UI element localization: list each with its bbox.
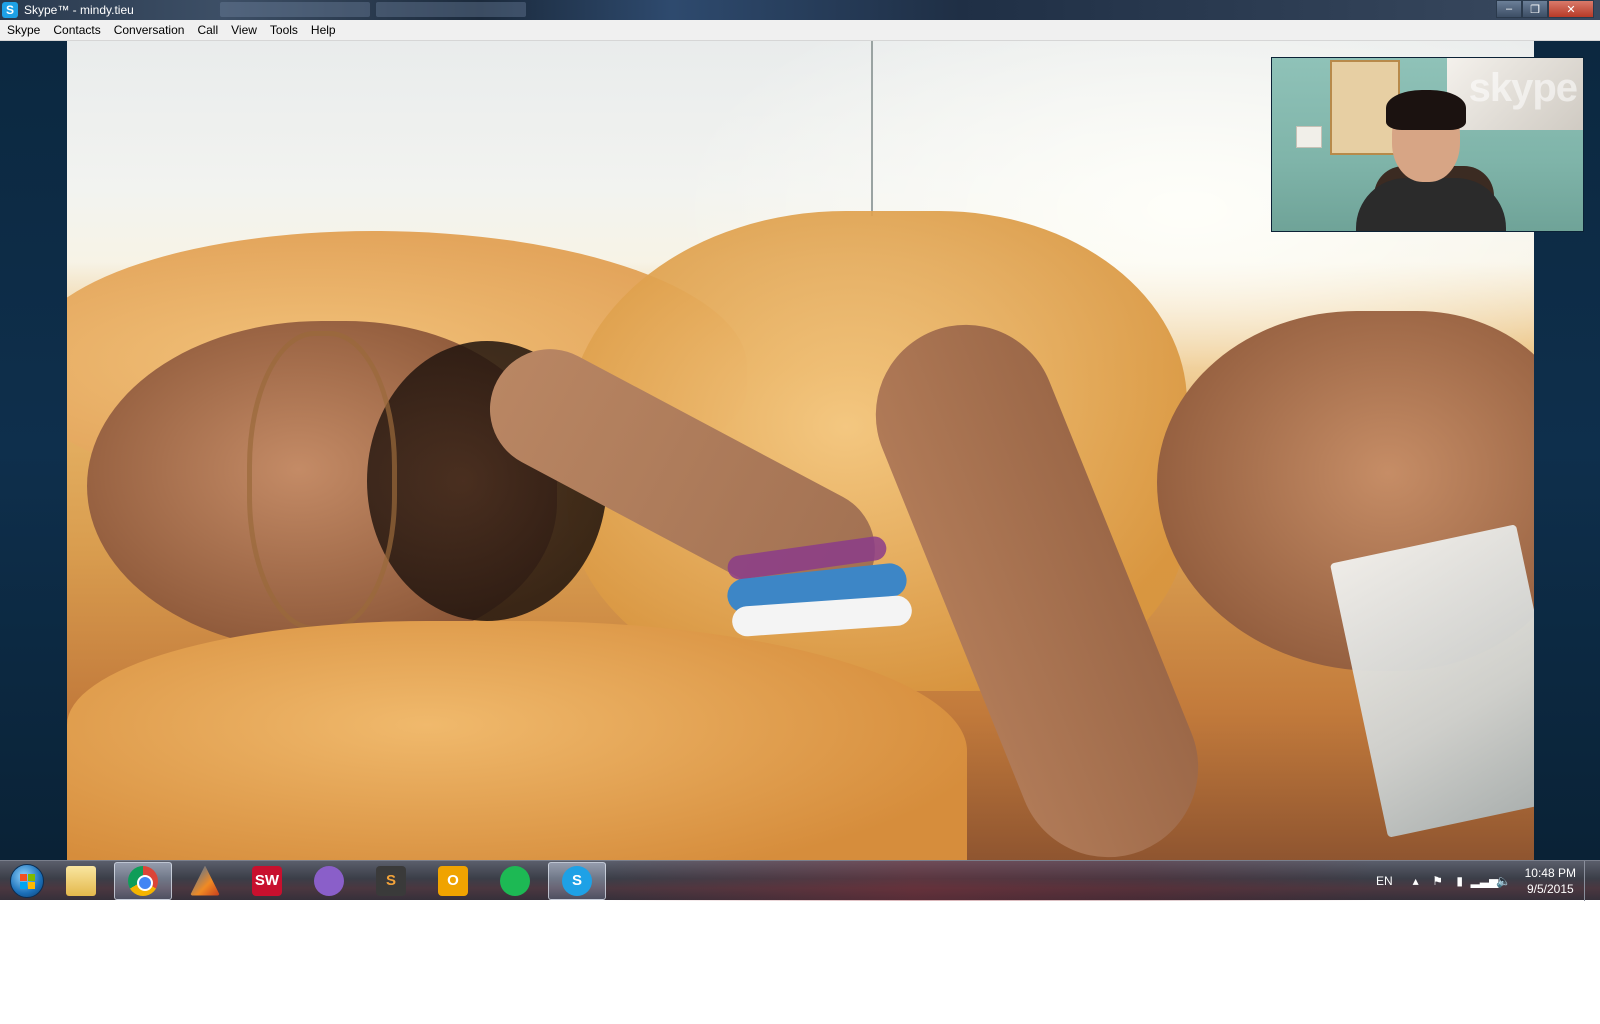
window-controls: – ❐ ✕: [1496, 0, 1594, 18]
menu-view[interactable]: View: [226, 23, 262, 37]
menu-bar: Skype Contacts Conversation Call View To…: [0, 20, 1600, 41]
menu-help[interactable]: Help: [306, 23, 341, 37]
sublime-text-icon: S: [376, 865, 406, 896]
skype-icon: S: [562, 865, 592, 896]
taskbar-app-sublime[interactable]: S: [362, 862, 420, 900]
folder-icon: [66, 865, 96, 896]
skype-watermark: skype: [1468, 66, 1578, 110]
title-bar[interactable]: S Skype™ - mindy.tieu – ❐ ✕: [0, 0, 1600, 20]
clock-date: 9/5/2015: [1526, 881, 1574, 896]
menu-contacts[interactable]: Contacts: [48, 23, 105, 37]
start-button[interactable]: [6, 861, 48, 901]
taskbar-empty-area[interactable]: [606, 860, 1376, 901]
self-view-person-hair: [1386, 90, 1466, 130]
language-indicator[interactable]: EN: [1376, 874, 1393, 888]
menu-tools[interactable]: Tools: [265, 23, 303, 37]
outlook-icon: O: [438, 865, 468, 896]
system-tray: EN ▴ ⚑ ▮ ▂▃▅ 🔈 10:48 PM 9/5/2015: [1376, 860, 1600, 901]
volume-icon[interactable]: 🔈: [1493, 874, 1515, 888]
taskbar-app-spotify[interactable]: [486, 862, 544, 900]
background-window-strip: [220, 2, 526, 18]
taskbar-app-matlab[interactable]: [176, 862, 234, 900]
self-view-person-body: [1356, 178, 1506, 231]
github-icon: [314, 865, 344, 896]
solidworks-icon: SW: [252, 865, 282, 896]
show-desktop-button[interactable]: [1584, 860, 1594, 901]
taskbar-app-solidworks[interactable]: SW: [238, 862, 296, 900]
action-center-flag-icon[interactable]: ⚑: [1427, 874, 1449, 888]
clock-time: 10:48 PM: [1524, 865, 1576, 880]
chrome-icon: [128, 865, 158, 896]
menu-skype[interactable]: Skype: [2, 23, 45, 37]
menu-conversation[interactable]: Conversation: [109, 23, 190, 37]
maximize-button[interactable]: ❐: [1522, 0, 1548, 18]
taskbar-app-github[interactable]: [300, 862, 358, 900]
power-icon[interactable]: ▮: [1449, 874, 1471, 888]
window-title: Skype™ - mindy.tieu: [24, 3, 134, 17]
call-area: skype: [0, 41, 1600, 860]
clock[interactable]: 10:48 PM 9/5/2015: [1525, 865, 1576, 897]
taskbar-app-chrome[interactable]: [114, 861, 172, 900]
windows-logo-icon: [10, 863, 44, 898]
show-hidden-icons-icon[interactable]: ▴: [1405, 874, 1427, 888]
taskbar: SW S O S EN ▴ ⚑ ▮ ▂▃▅ 🔈 10:48 PM 9/5/201…: [0, 860, 1600, 901]
close-button[interactable]: ✕: [1548, 0, 1594, 18]
skype-app-icon[interactable]: S: [2, 2, 18, 18]
background-window: [220, 2, 370, 17]
minimize-button[interactable]: –: [1496, 0, 1522, 18]
taskbar-app-explorer[interactable]: [52, 862, 110, 900]
spotify-icon: [500, 865, 530, 896]
taskbar-app-skype[interactable]: S: [548, 861, 606, 900]
taskbar-app-outlook[interactable]: O: [424, 862, 482, 900]
background-window: [376, 2, 526, 17]
video-glasses: [247, 331, 397, 631]
self-view-video[interactable]: skype: [1271, 57, 1584, 232]
self-view-light-switch: [1296, 126, 1322, 148]
matlab-icon: [190, 865, 220, 896]
video-wall-edge: [871, 41, 873, 216]
menu-call[interactable]: Call: [192, 23, 223, 37]
video-booklet: [1329, 524, 1534, 838]
desktop: S Skype™ - mindy.tieu – ❐ ✕ Skype Contac…: [0, 0, 1600, 1024]
network-signal-icon[interactable]: ▂▃▅: [1471, 874, 1499, 888]
